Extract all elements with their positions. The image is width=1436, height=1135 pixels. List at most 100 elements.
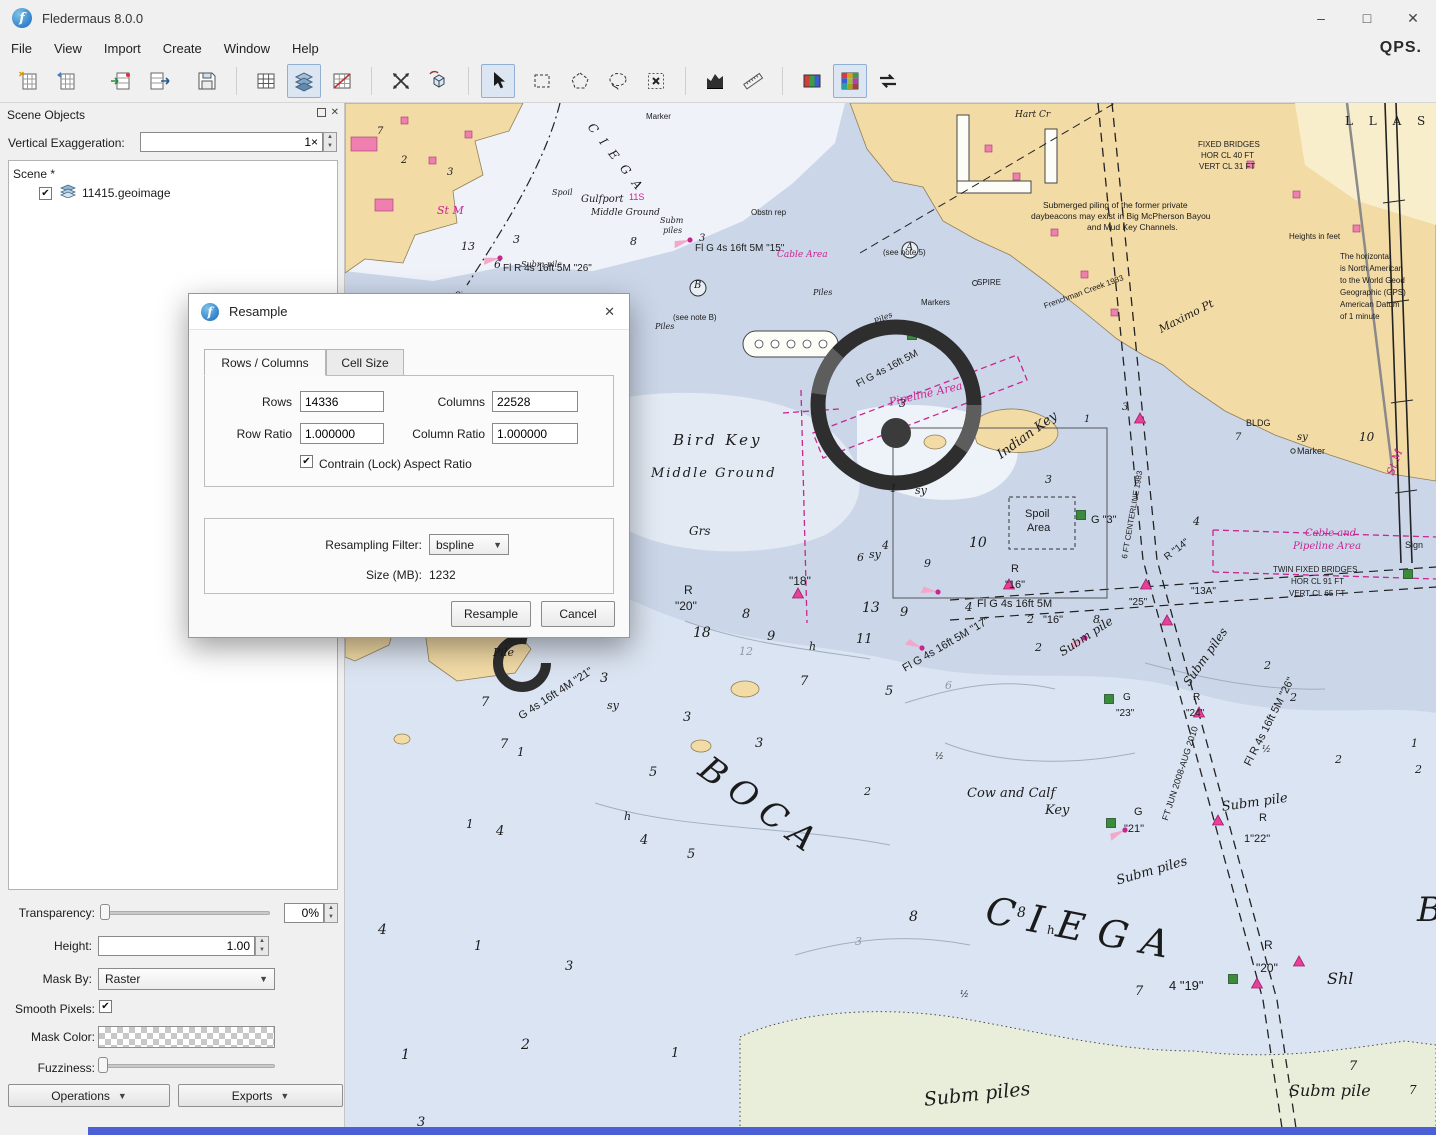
map-label: Obstn rep — [751, 209, 786, 217]
column-ratio-input[interactable] — [492, 423, 578, 444]
filter-group: Resampling Filter: bspline▼ Size (MB): 1… — [204, 518, 614, 594]
map-label: to the World Geod — [1340, 277, 1405, 285]
transform-mode-icon[interactable] — [384, 64, 418, 98]
map-label: VERT CL 65 FT — [1289, 590, 1345, 598]
map-label: 13 — [862, 601, 880, 615]
profile-chart-icon[interactable] — [698, 64, 732, 98]
map-label: Fl G 4s 16ft 5M "15" — [695, 244, 784, 254]
map-label: G 4s 16ft 4M "21" — [517, 666, 595, 722]
tab-rows-columns[interactable]: Rows / Columns — [204, 349, 326, 376]
slope-view-icon[interactable] — [325, 64, 359, 98]
vertical-exaggeration-input[interactable] — [140, 132, 323, 152]
map-label: 3 — [1045, 474, 1052, 485]
map-label: Grs — [689, 525, 710, 537]
menu-help[interactable]: Help — [281, 38, 330, 59]
map-label: Key — [1045, 804, 1069, 817]
map-label: "18" — [789, 575, 811, 587]
close-button[interactable]: ✕ — [1390, 0, 1436, 36]
open-sd-object-icon[interactable] — [50, 64, 84, 98]
constrain-aspect-checkbox[interactable]: ✔ — [300, 455, 313, 468]
measure-icon[interactable] — [736, 64, 770, 98]
select-cursor-icon[interactable] — [481, 64, 515, 98]
map-label: 4 — [378, 923, 387, 937]
vertical-exaggeration-spinner[interactable]: ▲▼ — [323, 132, 337, 152]
map-label: ½ — [1262, 746, 1271, 755]
menu-import[interactable]: Import — [93, 38, 152, 59]
resampling-filter-select[interactable]: bspline▼ — [429, 534, 509, 555]
map-label: Fl G 4s 16ft 5M — [977, 599, 1052, 610]
map-label: 3 — [855, 936, 862, 947]
map-label: B — [694, 281, 701, 291]
map-label: 7 — [800, 675, 808, 688]
map-label: "24" — [1186, 709, 1204, 719]
map-label: 6 — [494, 259, 501, 270]
transparency-value-input[interactable] — [284, 903, 324, 923]
polygon-select-icon[interactable] — [563, 64, 597, 98]
rows-input[interactable] — [300, 391, 384, 412]
lasso-select-icon[interactable] — [601, 64, 635, 98]
color-grid-icon[interactable] — [833, 64, 867, 98]
clear-selection-icon[interactable] — [639, 64, 673, 98]
map-label: C I E G A — [586, 121, 647, 194]
minimize-button[interactable]: – — [1298, 0, 1344, 36]
height-input[interactable] — [98, 936, 255, 956]
map-label: 4 "19" — [1169, 979, 1204, 992]
mask-by-select[interactable]: Raster▼ — [98, 968, 275, 990]
colormap-icon[interactable] — [795, 64, 829, 98]
map-label: 5 — [687, 848, 695, 861]
tree-item-geoimage[interactable]: ✔ 11415.geoimage — [9, 183, 337, 203]
map-label: 3 — [683, 711, 691, 724]
save-icon[interactable] — [190, 64, 224, 98]
mask-color-swatch[interactable] — [98, 1026, 275, 1048]
new-sd-object-icon[interactable] — [12, 64, 46, 98]
resampling-filter-label: Resampling Filter: — [235, 538, 422, 552]
dialog-close-icon[interactable]: ✕ — [604, 304, 615, 320]
menu-create[interactable]: Create — [152, 38, 213, 59]
transparency-spinner[interactable]: ▲▼ — [324, 903, 338, 923]
sync-views-icon[interactable] — [871, 64, 905, 98]
map-label: 4 — [640, 834, 648, 847]
columns-input[interactable] — [492, 391, 578, 412]
exports-button[interactable]: Exports▼ — [178, 1084, 343, 1107]
resample-button[interactable]: Resample — [451, 601, 531, 627]
height-spinner[interactable]: ▲▼ — [255, 936, 269, 956]
map-label: Pile — [493, 647, 514, 658]
map-label: Frenchman Creek 1983 — [1043, 274, 1125, 310]
menu-window[interactable]: Window — [213, 38, 281, 59]
map-label: Submerged piling of the former private — [1043, 201, 1188, 210]
map-label: 10 — [969, 536, 987, 550]
row-ratio-input[interactable] — [300, 423, 384, 444]
menu-file[interactable]: File — [0, 38, 43, 59]
close-panel-icon[interactable]: ✕ — [331, 108, 339, 117]
import-data-icon[interactable] — [104, 64, 138, 98]
map-label: 6 — [945, 680, 952, 691]
map-label: 11S — [629, 193, 644, 202]
grid-view-icon[interactable] — [249, 64, 283, 98]
maximize-button[interactable]: □ — [1344, 0, 1390, 36]
transparency-slider[interactable] — [100, 904, 270, 920]
map-label: 2 — [1264, 660, 1271, 671]
dialog-title-bar[interactable]: f Resample ✕ — [189, 294, 629, 330]
map-label: h — [1047, 924, 1055, 936]
map-label: sy — [607, 700, 619, 711]
map-label: R — [1264, 939, 1273, 951]
cancel-button[interactable]: Cancel — [541, 601, 615, 627]
fuzziness-slider[interactable] — [98, 1057, 275, 1073]
operations-button[interactable]: Operations▼ — [8, 1084, 170, 1107]
menu-view[interactable]: View — [43, 38, 93, 59]
map-label: 1 — [671, 1047, 679, 1060]
menu-bar: FileViewImportCreateWindowHelp QPS. — [0, 36, 1436, 60]
resample-dialog[interactable]: f Resample ✕ Rows / Columns Cell Size Ro… — [188, 293, 630, 638]
surface-view-icon[interactable] — [287, 64, 321, 98]
map-label: Fl R 4s 16ft 5M "26" — [503, 264, 592, 274]
float-panel-icon[interactable] — [317, 108, 326, 117]
map-label: 2 — [1290, 692, 1297, 703]
rect-select-icon[interactable] — [525, 64, 559, 98]
rotate-mode-icon[interactable] — [422, 64, 456, 98]
tab-cell-size[interactable]: Cell Size — [326, 349, 404, 376]
export-data-icon[interactable] — [142, 64, 176, 98]
smooth-pixels-checkbox[interactable]: ✔ — [99, 1000, 112, 1013]
map-label: The horizontal — [1340, 253, 1391, 261]
fuzziness-label: Fuzziness: — [8, 1061, 95, 1075]
geoimage-visibility-checkbox[interactable]: ✔ — [39, 187, 52, 200]
